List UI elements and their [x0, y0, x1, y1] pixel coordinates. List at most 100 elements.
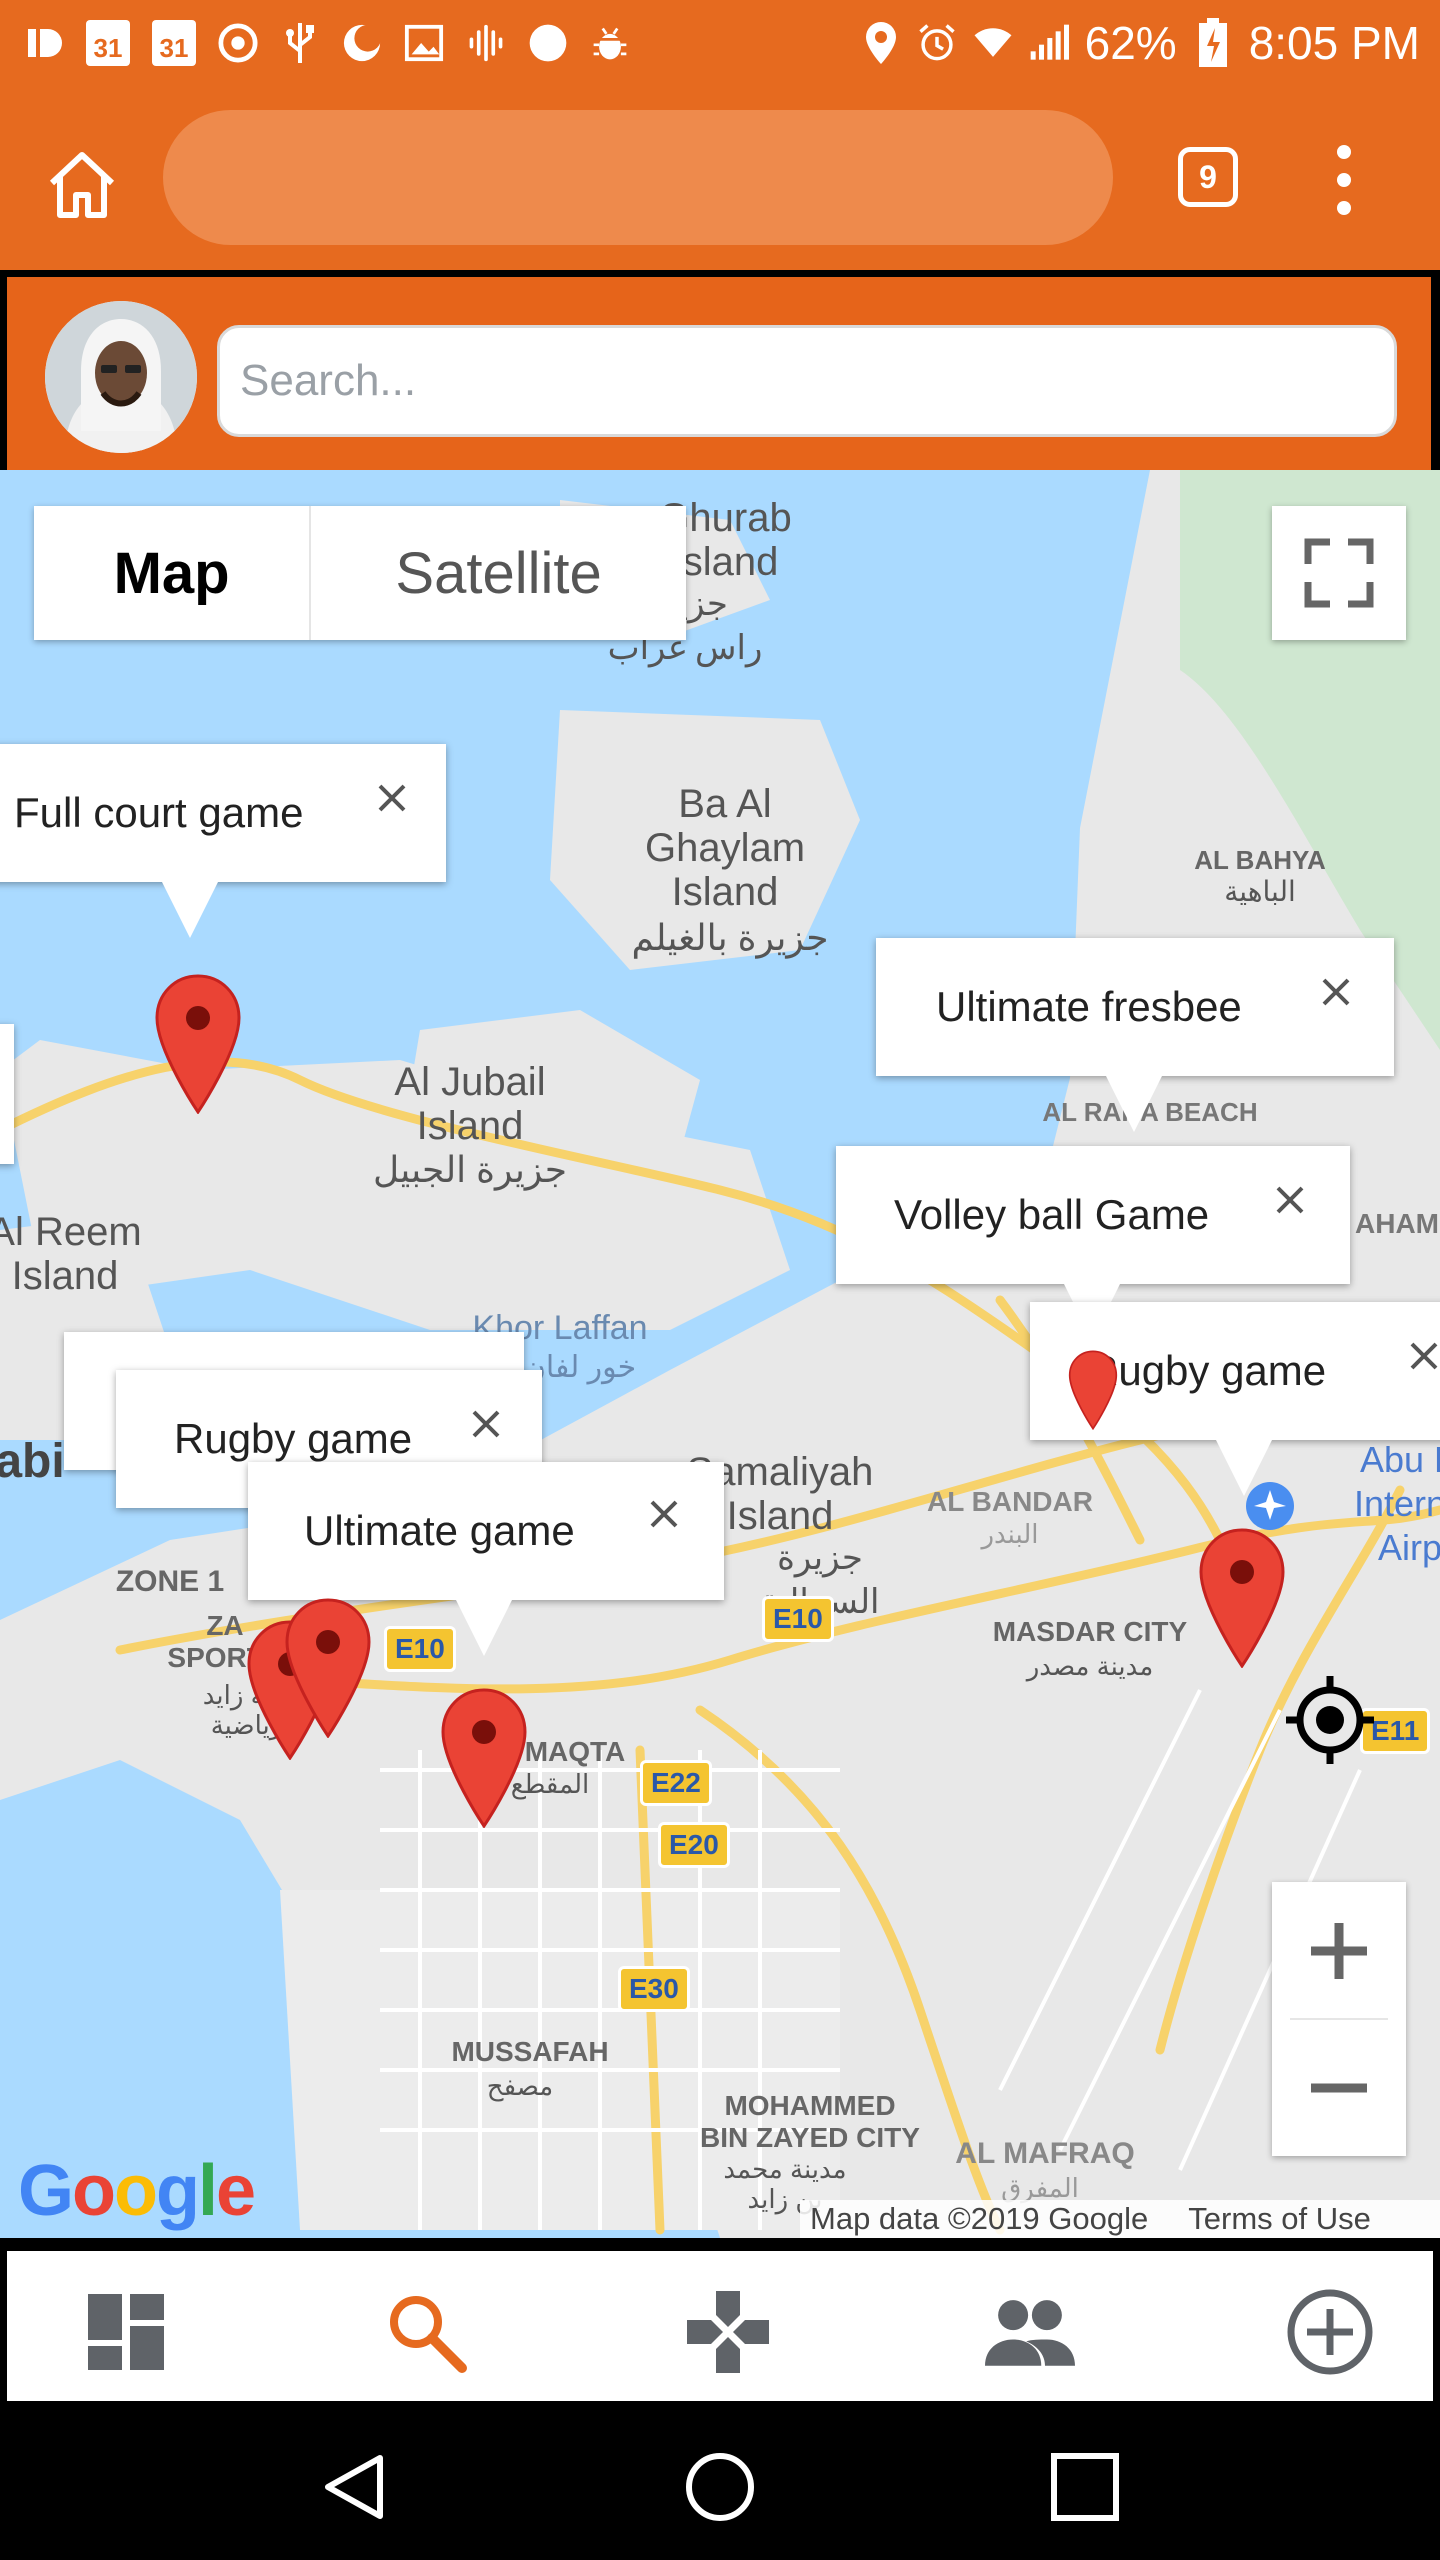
bottom-navigation-bar [7, 2251, 1433, 2401]
zoom-out-button[interactable] [1272, 2019, 1406, 2156]
gamepad-icon [687, 2291, 769, 2373]
signal-icon [1029, 23, 1069, 63]
calendar-icon: 31 [152, 19, 196, 66]
map-attribution: Map data ©2019 Google Terms of Use [800, 2200, 1440, 2238]
search-input[interactable]: Search... [217, 325, 1397, 437]
close-icon[interactable] [1320, 976, 1352, 1008]
map-type-map-button[interactable]: Map [34, 506, 312, 640]
map-label: AHAM [1355, 1208, 1439, 1239]
map-data-credit[interactable]: Map data ©2019 Google [810, 2201, 1148, 2237]
map-pin[interactable] [284, 1598, 372, 1738]
user-photo [45, 301, 197, 453]
menu-dot-icon [1337, 173, 1351, 187]
nav-games[interactable] [683, 2287, 773, 2377]
info-window-title: Rugby game [1088, 1347, 1327, 1394]
map[interactable]: GhurabIsland جزيرةراس غراب Ba AlGhaylamI… [0, 470, 1440, 2238]
back-icon[interactable] [320, 2452, 390, 2522]
nav-dashboard[interactable] [81, 2287, 171, 2377]
nav-people[interactable] [985, 2287, 1075, 2377]
info-window-partial [0, 1024, 14, 1164]
map-label: جزيرة الجبيل [372, 1149, 568, 1190]
status-bar: 31 31 62% 8:05 PM [0, 0, 1440, 85]
zoom-in-button[interactable] [1272, 1882, 1406, 2019]
chrome-icon [218, 22, 258, 63]
app-header: Search... [0, 270, 1440, 470]
plus-icon [1311, 1922, 1367, 1979]
road-badge: E20 [658, 1822, 730, 1868]
id-notification-icon [24, 23, 64, 63]
calendar-icon: 31 [86, 19, 130, 66]
search-icon [390, 2296, 467, 2373]
wifi-icon [973, 23, 1013, 63]
map-label: مصفح [486, 2071, 554, 2101]
close-icon[interactable] [1274, 1184, 1306, 1216]
menu-dot-icon [1337, 145, 1351, 159]
bottom-navigation [0, 2244, 1440, 2414]
close-icon[interactable] [1408, 1340, 1440, 1372]
podcast-icon [466, 23, 506, 63]
info-window-title: Volley ball Game [894, 1191, 1210, 1238]
info-window-title: Full court game [14, 789, 304, 836]
map-type-control: Map Satellite [34, 506, 686, 640]
add-circle-icon [1287, 2289, 1373, 2375]
android-debug-icon [590, 23, 630, 63]
home-nav-icon[interactable] [682, 2449, 758, 2525]
night-mode-icon [342, 23, 382, 63]
map-label: Al Reem Island [0, 1210, 142, 1298]
fullscreen-button[interactable] [1272, 506, 1406, 640]
terms-of-use-link[interactable]: Terms of Use [1188, 2201, 1371, 2237]
map-label: ZONE 1 [115, 1565, 225, 1598]
google-logo[interactable]: Google [18, 2150, 256, 2232]
info-window-title: Ultimate fresbee [936, 983, 1242, 1030]
circle-notification-icon [528, 23, 568, 63]
map-label: الباهية [1224, 876, 1296, 907]
clock: 8:05 PM [1248, 16, 1420, 69]
info-window-volleyball[interactable]: Volley ball Game [836, 1146, 1350, 1340]
battery-charging-icon [1193, 17, 1233, 67]
info-window-ultimate-fresbee[interactable]: Ultimate fresbee [876, 938, 1394, 1132]
tab-switcher-button[interactable]: 9 [1178, 147, 1238, 207]
map-label: جزيرة بالغيلم [631, 917, 829, 958]
nav-add[interactable] [1285, 2287, 1375, 2377]
image-icon [404, 23, 444, 63]
fullscreen-icon [1304, 538, 1374, 608]
location-icon [861, 21, 901, 64]
people-icon [985, 2300, 1075, 2366]
map-label: مدينة مصدر [1026, 1651, 1154, 1681]
system-navigation-bar [0, 2414, 1440, 2560]
dashboard-icon [88, 2294, 164, 2370]
home-button[interactable] [42, 145, 122, 225]
minus-icon [1311, 2083, 1367, 2092]
map-label: Al Jubail Island [394, 1060, 546, 1148]
menu-dot-icon [1337, 201, 1351, 215]
close-icon[interactable] [470, 1408, 502, 1440]
recents-icon[interactable] [1050, 2452, 1120, 2522]
info-window-title: Ultimate game [304, 1507, 575, 1554]
map-pin[interactable] [154, 974, 242, 1114]
map-pin[interactable] [1198, 1528, 1286, 1668]
address-bar[interactable] [163, 110, 1113, 245]
browser-menu-button[interactable] [1332, 145, 1356, 215]
map-label: MOHAMMED BIN ZAYED CITY [700, 2090, 920, 2153]
browser-toolbar: 9 [0, 85, 1440, 270]
map-label: abi [0, 1435, 65, 1488]
map-pin[interactable] [1068, 1350, 1118, 1430]
my-location-icon[interactable] [1282, 1672, 1378, 1768]
info-window-ultimate-game[interactable]: Ultimate game [248, 1462, 724, 1656]
avatar[interactable] [45, 301, 197, 453]
map-pin[interactable] [440, 1688, 528, 1828]
nav-search[interactable] [381, 2287, 471, 2377]
info-window-full-court[interactable]: Full court game [0, 744, 446, 938]
map-label: Ba Al Ghaylam Island [644, 782, 806, 914]
road-badge: E22 [640, 1760, 712, 1806]
close-icon[interactable] [376, 782, 408, 814]
info-window-title: Rugby game [174, 1415, 413, 1462]
close-icon[interactable] [648, 1498, 680, 1530]
map-label: Abu DInternaAirp [1353, 1439, 1440, 1568]
map-type-satellite-button[interactable]: Satellite [311, 506, 686, 640]
alarm-icon [917, 23, 957, 63]
road-badge: E30 [618, 1966, 690, 2012]
road-badge: E10 [384, 1626, 456, 1672]
road-badge: E10 [762, 1596, 834, 1642]
zoom-control [1272, 1882, 1406, 2156]
